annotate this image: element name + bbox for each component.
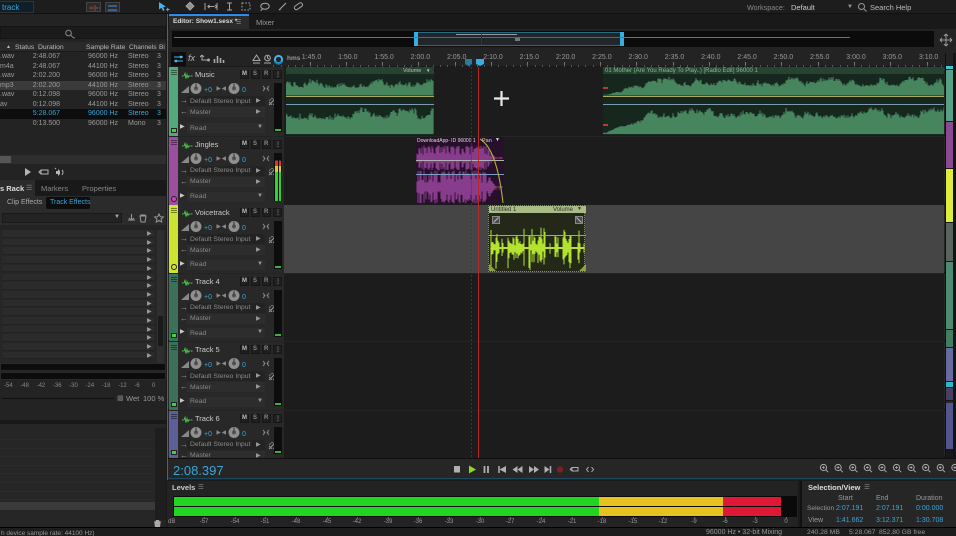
svg-text:+0: +0 [204,431,212,438]
svg-text:+0: +0 [204,157,212,164]
svg-text:0: 0 [242,87,246,94]
svg-text:0: 0 [242,431,246,438]
svg-text:0: 0 [242,294,246,301]
svg-text:+0: +0 [204,294,212,301]
svg-text:+0: +0 [204,362,212,369]
svg-text:+0: +0 [204,225,212,232]
svg-text:0: 0 [242,362,246,369]
svg-text:0: 0 [242,225,246,232]
svg-text:0: 0 [242,157,246,164]
svg-text:+0: +0 [204,87,212,94]
